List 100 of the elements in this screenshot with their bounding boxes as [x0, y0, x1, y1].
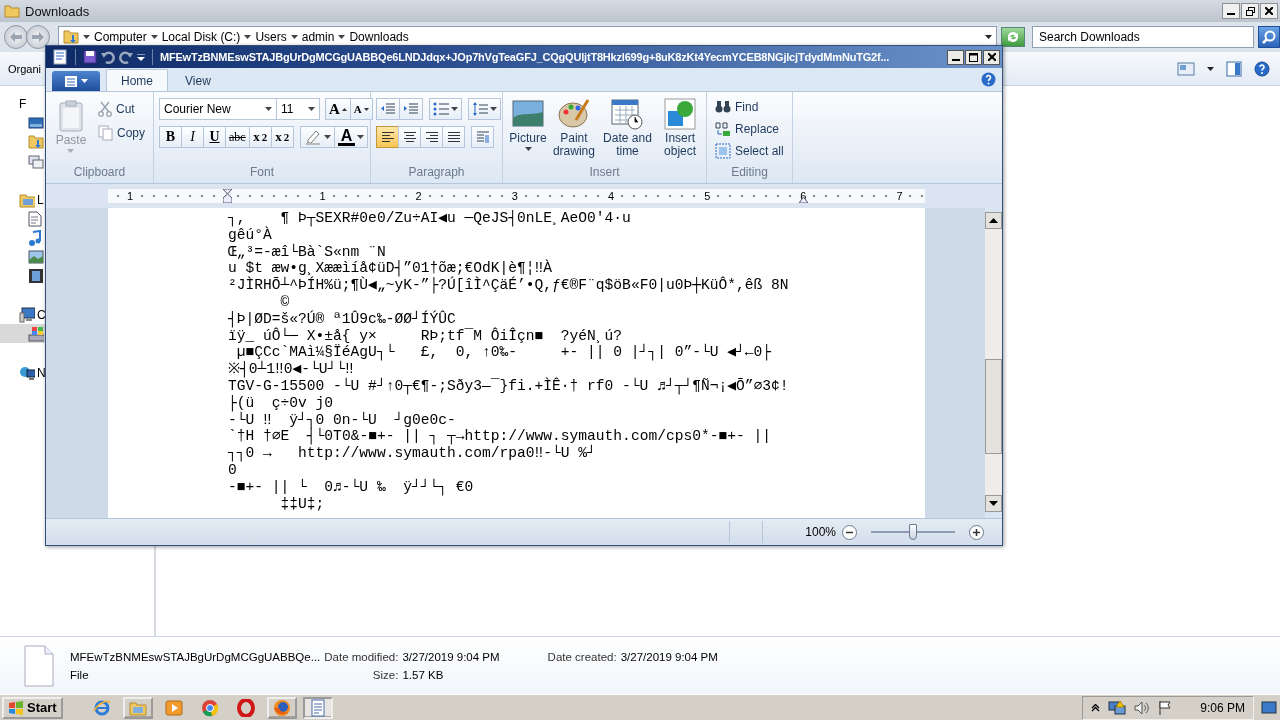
editing-button[interactable]: Find: [712, 96, 787, 118]
maximize-button[interactable]: [965, 49, 982, 65]
clock[interactable]: 9:06 PM: [1200, 700, 1245, 715]
text-line: µ■ÇCc`MAì¼§ÏéAgU┐└ £, 0, ↑0‰- +- || 0 |┘┐| 0”-└U ◀┘←0├: [236, 344, 772, 361]
customize-caret-icon[interactable]: [137, 53, 145, 61]
decrease-indent-button[interactable]: [376, 98, 400, 120]
insert-button[interactable]: Paint drawing: [552, 96, 596, 165]
help-icon[interactable]: [981, 72, 996, 87]
app-menu-button[interactable]: [52, 71, 100, 91]
replace-icon: [715, 121, 731, 137]
ribbon-tab[interactable]: View: [170, 69, 226, 91]
search-button[interactable]: [1258, 26, 1280, 48]
binoculars-icon: [715, 99, 731, 115]
breadcrumb-item[interactable]: Computer: [94, 30, 147, 44]
line-spacing-button[interactable]: [468, 98, 501, 120]
file-type: File: [70, 668, 90, 681]
paragraph-button[interactable]: [471, 126, 494, 148]
desktop-icon[interactable]: [28, 115, 44, 130]
grow-font-button[interactable]: A: [325, 98, 351, 120]
minimize-button[interactable]: [947, 49, 964, 65]
format-button[interactable]: I: [181, 126, 204, 148]
organize-menu[interactable]: Organi: [8, 62, 42, 75]
dropdown-icon: [985, 35, 992, 39]
group-label: Editing: [730, 165, 769, 181]
font-family-dropdown[interactable]: Courier New: [159, 98, 277, 120]
file-name: MFEwTzBNMEswSTAJBgUrDgMCGgUABBQe...: [70, 650, 321, 663]
nav-item[interactable]: F: [0, 94, 45, 113]
editing-button[interactable]: Select all: [712, 140, 787, 162]
ribbon-tab[interactable]: Home: [106, 69, 168, 91]
computer-icon[interactable]: [19, 306, 35, 323]
nav-item[interactable]: C: [0, 305, 45, 324]
align-button[interactable]: [376, 126, 399, 148]
editing-button[interactable]: Replace: [712, 118, 787, 140]
breadcrumb-item[interactable]: Local Disk (C:): [161, 30, 241, 44]
flag-icon[interactable]: [1158, 699, 1173, 716]
document-icon[interactable]: [28, 210, 42, 227]
font-size-dropdown[interactable]: 11: [276, 98, 320, 120]
close-button[interactable]: [983, 49, 1000, 65]
taskbar-button[interactable]: [266, 696, 297, 719]
insert-button[interactable]: Picture: [508, 96, 548, 165]
file-icon: [24, 644, 54, 687]
bullet-list-icon: [433, 102, 449, 116]
calendar-clock-icon: [611, 98, 644, 130]
music-note-icon[interactable]: [28, 229, 42, 246]
search-field[interactable]: Search Downloads: [1032, 26, 1254, 48]
recent-places-icon[interactable]: [28, 152, 44, 169]
minimize-button[interactable]: [1222, 3, 1240, 19]
text-line: TGV-G-15500 -└U #┘↑0┬€¶-;Sðy3—¯}fi.+ÌÊ·† rf0 -└U ♬┘┬┘¶Ñ¬¡◀Õ”⌀3¢!: [228, 377, 790, 395]
library-icon[interactable]: [19, 191, 35, 208]
picture-icon[interactable]: [28, 249, 44, 264]
font-color-button[interactable]: A: [333, 126, 369, 148]
align-button[interactable]: [442, 126, 465, 148]
speaker-icon[interactable]: [1134, 699, 1151, 716]
refresh-button[interactable]: [1001, 27, 1025, 47]
format-button[interactable]: U: [203, 126, 226, 148]
nav-item[interactable]: N: [0, 363, 45, 382]
address-bar[interactable]: Computer Local Disk (C:) Users admin Downloads: [58, 26, 997, 48]
caret-icon: [150, 35, 158, 39]
network-icon[interactable]: [1108, 699, 1127, 716]
wordpad-app-icon[interactable]: [52, 49, 68, 65]
preview-pane-icon[interactable]: [1226, 60, 1242, 77]
close-button[interactable]: [1260, 3, 1278, 19]
align-button[interactable]: [420, 126, 443, 148]
view-options-icon[interactable]: [1177, 61, 1195, 76]
text-line: ïÿ_ úÔ└─ X•±å{ y× RÞ;tf¯M ÔiÎçn■ ?yéN¸ú?: [228, 327, 624, 344]
insert-button[interactable]: Date and time: [599, 96, 656, 165]
increase-indent-button[interactable]: [399, 98, 423, 120]
undo-icon[interactable]: [101, 50, 115, 64]
zoom-in-button[interactable]: [969, 524, 984, 540]
align-button[interactable]: [398, 126, 421, 148]
start-button[interactable]: Start: [2, 696, 63, 719]
line-spacing-icon: [472, 102, 488, 116]
highlight-button[interactable]: [299, 126, 335, 148]
format-button[interactable]: abc: [225, 126, 250, 148]
insert-button[interactable]: Insert object: [659, 96, 701, 165]
clipboard-icon: [58, 100, 84, 132]
right-indent-marker-icon[interactable]: [799, 197, 808, 203]
nav-item[interactable]: L: [0, 190, 45, 209]
group-label: Clipboard: [72, 165, 127, 181]
shrink-font-button[interactable]: A: [349, 98, 373, 120]
chevron-up-icon[interactable]: [1091, 703, 1101, 712]
folder-arrow-icon[interactable]: [28, 133, 44, 150]
taskbar-button[interactable]: [302, 696, 333, 719]
network-icon[interactable]: [19, 364, 35, 381]
redo-icon[interactable]: [119, 50, 133, 64]
zoom-out-button[interactable]: [842, 524, 857, 540]
scrollbar[interactable]: [985, 212, 1002, 512]
outdent-icon: [380, 102, 396, 116]
help-icon[interactable]: [1254, 60, 1270, 77]
film-icon[interactable]: [28, 267, 44, 284]
breadcrumb-item[interactable]: admin: [301, 30, 335, 44]
forward-button[interactable]: [26, 25, 50, 49]
breadcrumb-item[interactable]: Users: [255, 30, 287, 44]
format-button[interactable]: B: [159, 126, 182, 148]
list-button[interactable]: [429, 98, 462, 120]
save-icon[interactable]: [83, 50, 97, 64]
zoom-slider-thumb[interactable]: [909, 524, 917, 540]
breadcrumb-item[interactable]: Downloads: [349, 30, 409, 44]
indent-marker-icon[interactable]: [223, 189, 232, 203]
restore-button[interactable]: [1241, 3, 1259, 19]
